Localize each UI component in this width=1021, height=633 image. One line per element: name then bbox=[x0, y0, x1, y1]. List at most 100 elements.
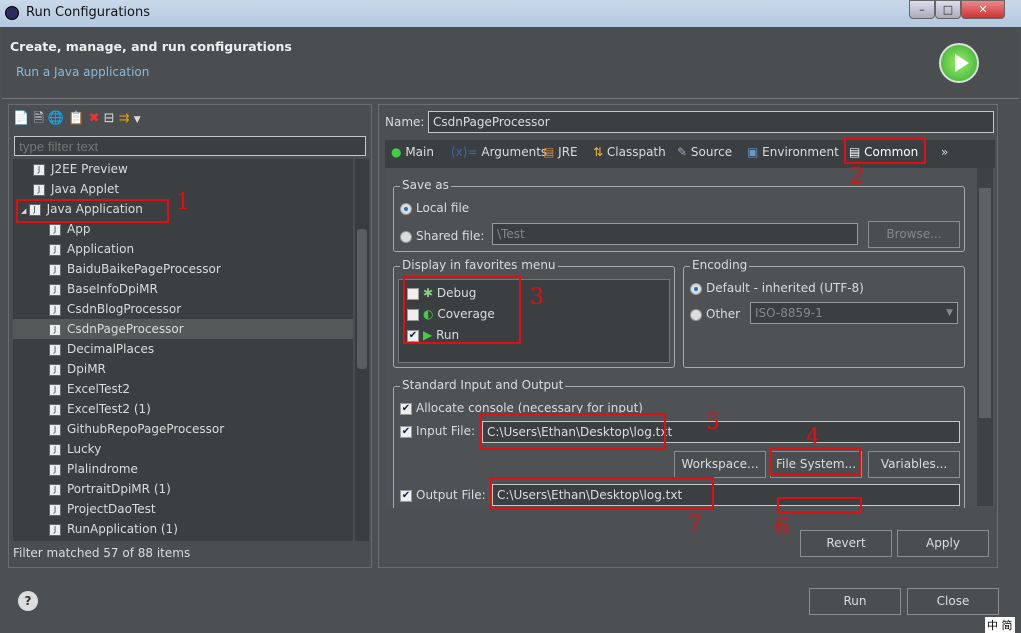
java-config-icon: J bbox=[49, 283, 61, 296]
filter-input[interactable] bbox=[14, 136, 366, 156]
tree-item[interactable]: J ProjectDaoTest bbox=[13, 499, 353, 519]
tab-arguments[interactable]: (x)= Arguments bbox=[451, 140, 547, 164]
more-tabs-button[interactable]: » bbox=[941, 140, 948, 164]
filter-status: Filter matched 57 of 88 items bbox=[13, 546, 191, 560]
workspace-button[interactable]: Workspace... bbox=[674, 451, 766, 478]
environment-icon: ▣ bbox=[747, 145, 759, 159]
tree-item[interactable]: J DecimalPlaces bbox=[13, 339, 353, 359]
new-prototype-icon[interactable]: 🗎 bbox=[33, 111, 43, 126]
shared-file-radio[interactable]: Shared file: bbox=[400, 229, 484, 243]
source-icon: ✎ bbox=[677, 145, 688, 159]
annotation-box bbox=[403, 276, 521, 344]
tree-item-label: PortraitDpiMR (1) bbox=[67, 482, 171, 496]
list-toolbar: 📄 🗎 🌐 📋 ✖ ⊟ ⇉ ▼ bbox=[13, 109, 213, 131]
delete-icon[interactable]: ✖ bbox=[89, 111, 100, 126]
save-as-group: Save as Local file Shared file: \Test Br… bbox=[393, 178, 965, 252]
encoding-group: Encoding Default - inherited (UTF-8) Oth… bbox=[683, 258, 965, 368]
tree-item-label: J2EE Preview bbox=[51, 162, 128, 176]
run-icon bbox=[939, 43, 979, 83]
annotation-box bbox=[480, 413, 666, 450]
stdio-title: Standard Input and Output bbox=[400, 378, 566, 392]
annotation-label: 2 bbox=[850, 164, 864, 189]
tree-item[interactable]: J J2EE Preview bbox=[13, 159, 353, 179]
tab-source[interactable]: ✎ Source bbox=[677, 140, 732, 164]
tree-item[interactable]: J BaiduBaikePageProcessor bbox=[13, 259, 353, 279]
close-window-button[interactable]: ✕ bbox=[961, 0, 1005, 19]
tab-classpath[interactable]: ⇅ Classpath bbox=[593, 140, 666, 164]
default-encoding-radio[interactable]: Default - inherited (UTF-8) bbox=[690, 281, 864, 295]
java-config-icon: J bbox=[49, 483, 61, 496]
tree-item-label: Plalindrome bbox=[67, 462, 138, 476]
header-subtitle: Run a Java application bbox=[16, 65, 150, 79]
tree-item-label: ExcelTest2 bbox=[67, 382, 131, 396]
other-encoding-radio[interactable]: Other bbox=[690, 307, 740, 321]
close-button[interactable]: Close bbox=[907, 588, 999, 615]
browse-button[interactable]: Browse... bbox=[868, 221, 960, 248]
encoding-title: Encoding bbox=[690, 258, 750, 272]
maximize-button[interactable]: □ bbox=[935, 0, 961, 19]
annotation-box bbox=[490, 477, 714, 510]
run-button[interactable]: Run bbox=[809, 588, 901, 615]
tree-item-label: CsdnBlogProcessor bbox=[67, 302, 182, 316]
chevron-down-icon[interactable]: ▼ bbox=[134, 115, 141, 125]
tree-item[interactable]: J ExcelTest2 bbox=[13, 379, 353, 399]
window-title: Run Configurations bbox=[26, 5, 150, 20]
title-bar: Run Configurations – □ ✕ bbox=[0, 0, 1021, 27]
tree-item[interactable]: J ExcelTest2 (1) bbox=[13, 399, 353, 419]
new-config-icon[interactable]: 📄 bbox=[13, 111, 29, 126]
tree-item[interactable]: J DpiMR bbox=[13, 359, 353, 379]
tree-item[interactable]: J CsdnPageProcessor bbox=[13, 319, 353, 339]
variables-button[interactable]: Variables... bbox=[868, 451, 960, 478]
name-label: Name: bbox=[385, 115, 425, 129]
dialog-header: Create, manage, and run configurations R… bbox=[2, 27, 1019, 99]
tree-item-label: CsdnPageProcessor bbox=[67, 322, 184, 336]
minimize-button[interactable]: – bbox=[909, 0, 935, 19]
tree-item-label: ExcelTest2 (1) bbox=[67, 402, 151, 416]
input-file-checkbox[interactable]: ✔ Input File: bbox=[400, 424, 475, 438]
java-config-icon: J bbox=[49, 423, 61, 436]
tree-item-label: BaiduBaikePageProcessor bbox=[67, 262, 221, 276]
tree-item[interactable]: J PortraitDpiMR (1) bbox=[13, 479, 353, 499]
favorites-title: Display in favorites menu bbox=[400, 258, 558, 272]
encoding-select[interactable]: ISO-8859-1 ▼ bbox=[750, 302, 958, 324]
shared-file-input[interactable]: \Test bbox=[492, 223, 858, 245]
collapse-all-icon[interactable]: ⊟ bbox=[104, 111, 115, 126]
output-file-checkbox[interactable]: ✔ Output File: bbox=[400, 488, 486, 502]
content-scrollbar[interactable] bbox=[977, 168, 993, 506]
local-file-radio[interactable]: Local file bbox=[400, 201, 469, 215]
java-config-icon: J bbox=[49, 463, 61, 476]
help-icon[interactable]: ? bbox=[18, 591, 38, 611]
java-config-icon: J bbox=[49, 443, 61, 456]
tree-item-label: GithubRepoPageProcessor bbox=[67, 422, 225, 436]
revert-button[interactable]: Revert bbox=[800, 530, 892, 557]
export-icon[interactable]: 🌐 bbox=[48, 111, 64, 126]
duplicate-icon[interactable]: 📋 bbox=[68, 111, 84, 126]
java-config-icon: J bbox=[49, 363, 61, 376]
tree-item[interactable]: J GithubRepoPageProcessor bbox=[13, 419, 353, 439]
tab-environment[interactable]: ▣ Environment bbox=[747, 140, 839, 164]
name-input[interactable]: CsdnPageProcessor bbox=[428, 111, 994, 133]
ime-indicator: 中 简 bbox=[985, 617, 1015, 633]
tree-item-label: DecimalPlaces bbox=[67, 342, 155, 356]
tree-item[interactable]: J Lucky bbox=[13, 439, 353, 459]
arguments-icon: (x)= bbox=[451, 145, 478, 159]
jre-icon: ▤ bbox=[543, 145, 555, 159]
annotation-label: 1 bbox=[176, 190, 190, 215]
tree-item[interactable]: J Application bbox=[13, 239, 353, 259]
tab-jre[interactable]: ▤ JRE bbox=[543, 140, 578, 164]
tree-item[interactable]: J CsdnBlogProcessor bbox=[13, 299, 353, 319]
tree-item-label: App bbox=[67, 222, 91, 236]
tree-item[interactable]: J BaseInfoDpiMR bbox=[13, 279, 353, 299]
java-config-icon: J bbox=[33, 163, 45, 176]
filter-icon[interactable]: ⇉ bbox=[119, 111, 130, 126]
java-config-icon: J bbox=[33, 183, 45, 196]
apply-button[interactable]: Apply bbox=[897, 530, 989, 557]
eclipse-icon bbox=[5, 6, 19, 20]
tree-item[interactable]: J RunApplication (1) bbox=[13, 519, 353, 539]
annotation-label: 7 bbox=[688, 512, 702, 537]
tree-item[interactable]: J Plalindrome bbox=[13, 459, 353, 479]
annotation-box bbox=[777, 497, 862, 514]
annotation-label: 3 bbox=[530, 285, 544, 310]
tree-scrollbar[interactable] bbox=[355, 159, 369, 541]
tab-main[interactable]: ● Main bbox=[391, 140, 434, 164]
